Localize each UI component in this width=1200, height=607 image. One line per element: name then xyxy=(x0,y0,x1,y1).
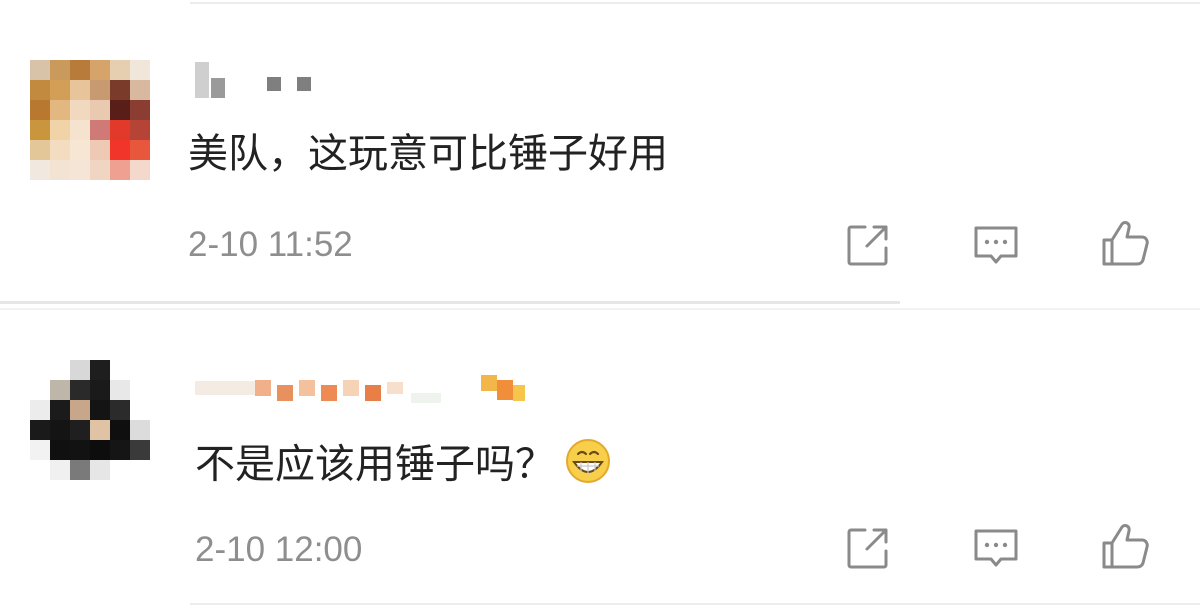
comment-divider xyxy=(0,301,900,304)
timestamp: 2-10 11:52 xyxy=(188,225,353,264)
share-icon xyxy=(847,528,888,569)
comment-text: 不是应该用锤子吗？ xyxy=(195,438,611,495)
comment-icon xyxy=(974,529,1018,567)
share-button[interactable] xyxy=(843,220,893,270)
grin-emoji-icon xyxy=(565,438,611,495)
avatar[interactable] xyxy=(30,60,150,180)
comment-text-content: 不是应该用锤子吗？ xyxy=(195,441,555,488)
reply-button[interactable] xyxy=(971,220,1021,270)
comment-item: 不是应该用锤子吗？ 2-10 12:00 xyxy=(0,310,1200,607)
username[interactable] xyxy=(195,368,525,408)
username[interactable] xyxy=(195,60,311,100)
timestamp: 2-10 12:00 xyxy=(195,530,363,569)
comment-item: 美队，这玩意可比锤子好用 2-10 11:52 xyxy=(0,0,1200,300)
share-icon xyxy=(847,225,888,266)
bottom-divider xyxy=(190,603,1200,605)
comment-text: 美队，这玩意可比锤子好用 xyxy=(188,131,668,177)
avatar[interactable] xyxy=(30,360,150,480)
share-button[interactable] xyxy=(843,523,893,573)
like-button[interactable] xyxy=(1100,218,1150,268)
like-button[interactable] xyxy=(1100,521,1150,571)
reply-button[interactable] xyxy=(971,523,1021,573)
comment-icon xyxy=(974,226,1018,264)
thumbs-up-icon xyxy=(1102,221,1149,266)
thumbs-up-icon xyxy=(1102,524,1149,569)
